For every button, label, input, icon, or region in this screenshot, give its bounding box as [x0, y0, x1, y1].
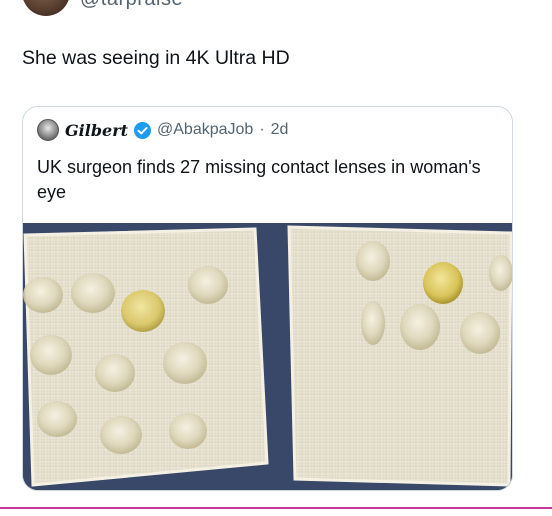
quoted-tweet-header: Gilbert @AbakpaJob · 2d [37, 119, 288, 141]
quoted-tweet-card[interactable]: Gilbert @AbakpaJob · 2d UK surgeon finds… [22, 106, 513, 491]
dot-separator: · [259, 121, 265, 138]
quoted-timestamp[interactable]: 2d [271, 121, 289, 139]
tweet-text: She was seeing in 4K Ultra HD [22, 47, 290, 69]
quoted-tweet-photo[interactable] [23, 223, 512, 490]
verified-badge-icon [134, 121, 152, 139]
quoted-tweet-text: UK surgeon finds 27 missing contact lens… [37, 157, 481, 202]
gauze-lenses-photo [23, 223, 512, 490]
quoted-handle[interactable]: @AbakpaJob [157, 121, 253, 139]
tweet-screenshot: @tarpraise She was seeing in 4K Ultra HD… [0, 0, 552, 516]
quoted-display-name[interactable]: Gilbert [65, 121, 128, 140]
divider [0, 507, 552, 509]
quoted-avatar[interactable] [37, 119, 59, 141]
user-handle[interactable]: @tarpraise [80, 0, 183, 11]
avatar[interactable] [22, 0, 70, 16]
